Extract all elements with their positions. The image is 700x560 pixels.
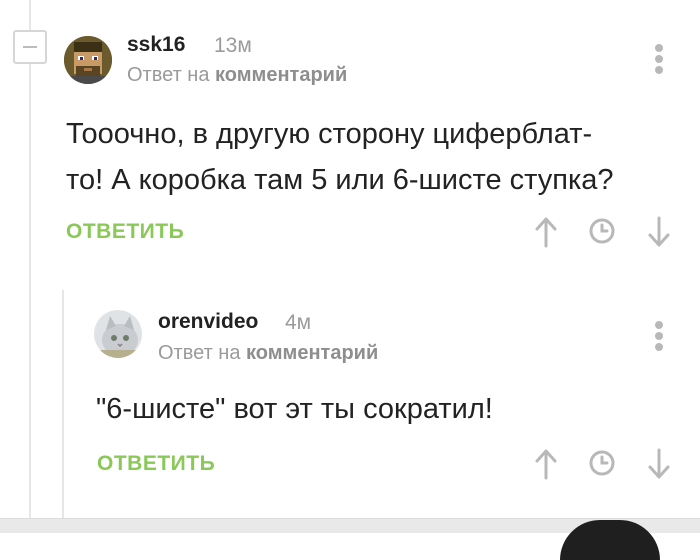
more-vertical-icon[interactable] <box>654 321 664 354</box>
reply-username[interactable]: orenvideo <box>158 310 258 334</box>
reply-text: "6-шисте" вот эт ты сократил! <box>96 393 493 425</box>
avatar-reply[interactable] <box>94 310 142 358</box>
pixel-avatar-icon <box>64 36 112 84</box>
reply-to-link[interactable]: комментарий <box>246 342 378 364</box>
reply-to-prefix: Ответ на <box>158 342 241 364</box>
thread-line-reply <box>62 290 64 518</box>
reply-reply-to: Ответ на комментарий <box>158 342 378 365</box>
collapse-button[interactable] <box>13 30 47 64</box>
arrow-up-icon[interactable] <box>534 448 558 480</box>
comment-reply-to: Ответ на комментарий <box>127 64 347 87</box>
clock-icon[interactable] <box>589 218 615 244</box>
reply-button[interactable]: ОТВЕТИТЬ <box>97 452 215 476</box>
clock-icon[interactable] <box>589 450 615 476</box>
thread-line-root-lower <box>29 64 31 518</box>
reply-button[interactable]: ОТВЕТИТЬ <box>66 220 184 244</box>
comment-text-line2: то! А коробка там 5 или 6-шисте ступка? <box>66 164 614 196</box>
arrow-down-icon[interactable] <box>647 216 671 248</box>
cat-avatar-icon <box>94 310 142 358</box>
arrow-down-icon[interactable] <box>647 448 671 480</box>
avatar[interactable] <box>64 36 112 84</box>
reply-to-link[interactable]: комментарий <box>215 64 347 86</box>
comment-username[interactable]: ssk16 <box>127 33 185 57</box>
thread-line-root <box>29 0 31 30</box>
comment-time: 13м <box>214 34 252 57</box>
comment-text-line1: Тооочно, в другую сторону циферблат- <box>66 118 593 150</box>
more-vertical-icon[interactable] <box>654 44 664 77</box>
reply-to-prefix: Ответ на <box>127 64 210 86</box>
reply-time: 4м <box>285 311 312 334</box>
arrow-up-icon[interactable] <box>534 216 558 248</box>
